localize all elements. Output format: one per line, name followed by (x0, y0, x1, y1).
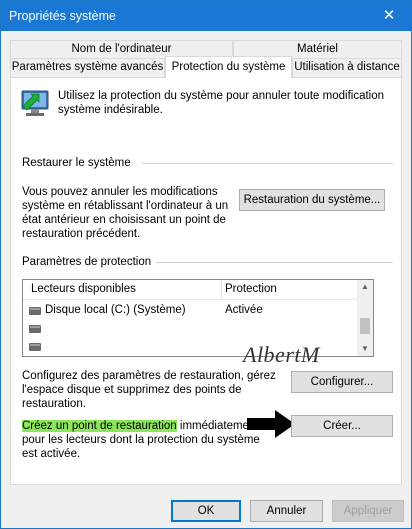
drive-icon (29, 325, 41, 333)
column-divider[interactable] (221, 280, 222, 300)
drive-icon (29, 307, 41, 315)
protection-status: Activée (225, 304, 263, 316)
restore-heading: Restaurer le système (22, 157, 131, 169)
drive-icon (29, 343, 41, 351)
drives-listbox[interactable]: Lecteurs disponibles Protection Disque l… (22, 279, 374, 357)
arrow-right-icon (247, 410, 295, 438)
restore-text-line2: système en rétablissant l'ordinateur à u… (22, 200, 229, 212)
configure-text-line3: restauration. (22, 398, 86, 410)
drive-name: Disque local (C:) (Système) (45, 304, 186, 316)
tab-strip: Nom de l'ordinateur Matériel Paramètres … (1, 31, 411, 79)
create-text-line3: est activée. (22, 448, 81, 460)
intro-text-line2: système indésirable. (58, 104, 163, 116)
system-protection-icon (21, 90, 49, 116)
column-header-protection[interactable]: Protection (225, 283, 277, 295)
window-title: Propriétés système (9, 9, 116, 23)
restore-text-line3: état antérieur en choisissant un point d… (22, 214, 226, 226)
create-button[interactable]: Créer... (291, 415, 393, 437)
system-restore-button[interactable]: Restauration du système... (239, 189, 385, 211)
scroll-thumb[interactable] (360, 318, 370, 334)
list-header: Lecteurs disponibles Protection (23, 280, 357, 300)
tab-system-protection[interactable]: Protection du système (165, 56, 292, 78)
system-properties-window: Propriétés système ✕ Nom de l'ordinateur… (0, 0, 412, 529)
tab-remote[interactable]: Utilisation à distance (292, 58, 402, 78)
table-row[interactable]: Disque local (C:) (Système) Activée (23, 302, 357, 320)
configure-button[interactable]: Configurer... (291, 371, 393, 393)
ok-button[interactable]: OK (171, 500, 241, 522)
configure-text-line1: Configurez des paramètres de restauratio… (22, 370, 276, 382)
system-protection-panel: Utilisez la protection du système pour a… (10, 77, 402, 485)
watermark-signature: AlbertM (243, 342, 320, 367)
restore-text-line1: Vous pouvez annuler les modifications (22, 186, 218, 198)
cancel-button[interactable]: Annuler (250, 500, 323, 522)
restore-separator (142, 163, 393, 164)
scroll-up-icon[interactable]: ▲ (357, 280, 373, 294)
create-text-line2: pour les lecteurs dont la protection du … (22, 434, 260, 446)
protection-heading: Paramètres de protection (22, 256, 152, 268)
create-highlight: Créez un point de restauration (22, 420, 177, 432)
protection-separator (156, 262, 393, 263)
create-text-line1: Créez un point de restauration immédiate… (22, 419, 259, 433)
configure-text-line2: l'espace disque et supprimez des points … (22, 384, 242, 396)
title-bar[interactable]: Propriétés système ✕ (1, 1, 411, 31)
apply-button[interactable]: Appliquer (332, 500, 404, 522)
tab-advanced[interactable]: Paramètres système avancés (10, 58, 165, 78)
list-scrollbar[interactable]: ▲ ▼ (357, 280, 373, 356)
scroll-down-icon[interactable]: ▼ (357, 342, 373, 356)
intro-text-line1: Utilisez la protection du système pour a… (58, 90, 385, 102)
restore-text-line4: restauration précédent. (22, 228, 141, 240)
table-row[interactable] (23, 320, 357, 338)
column-header-drives[interactable]: Lecteurs disponibles (31, 283, 136, 295)
close-icon[interactable]: ✕ (367, 1, 411, 31)
